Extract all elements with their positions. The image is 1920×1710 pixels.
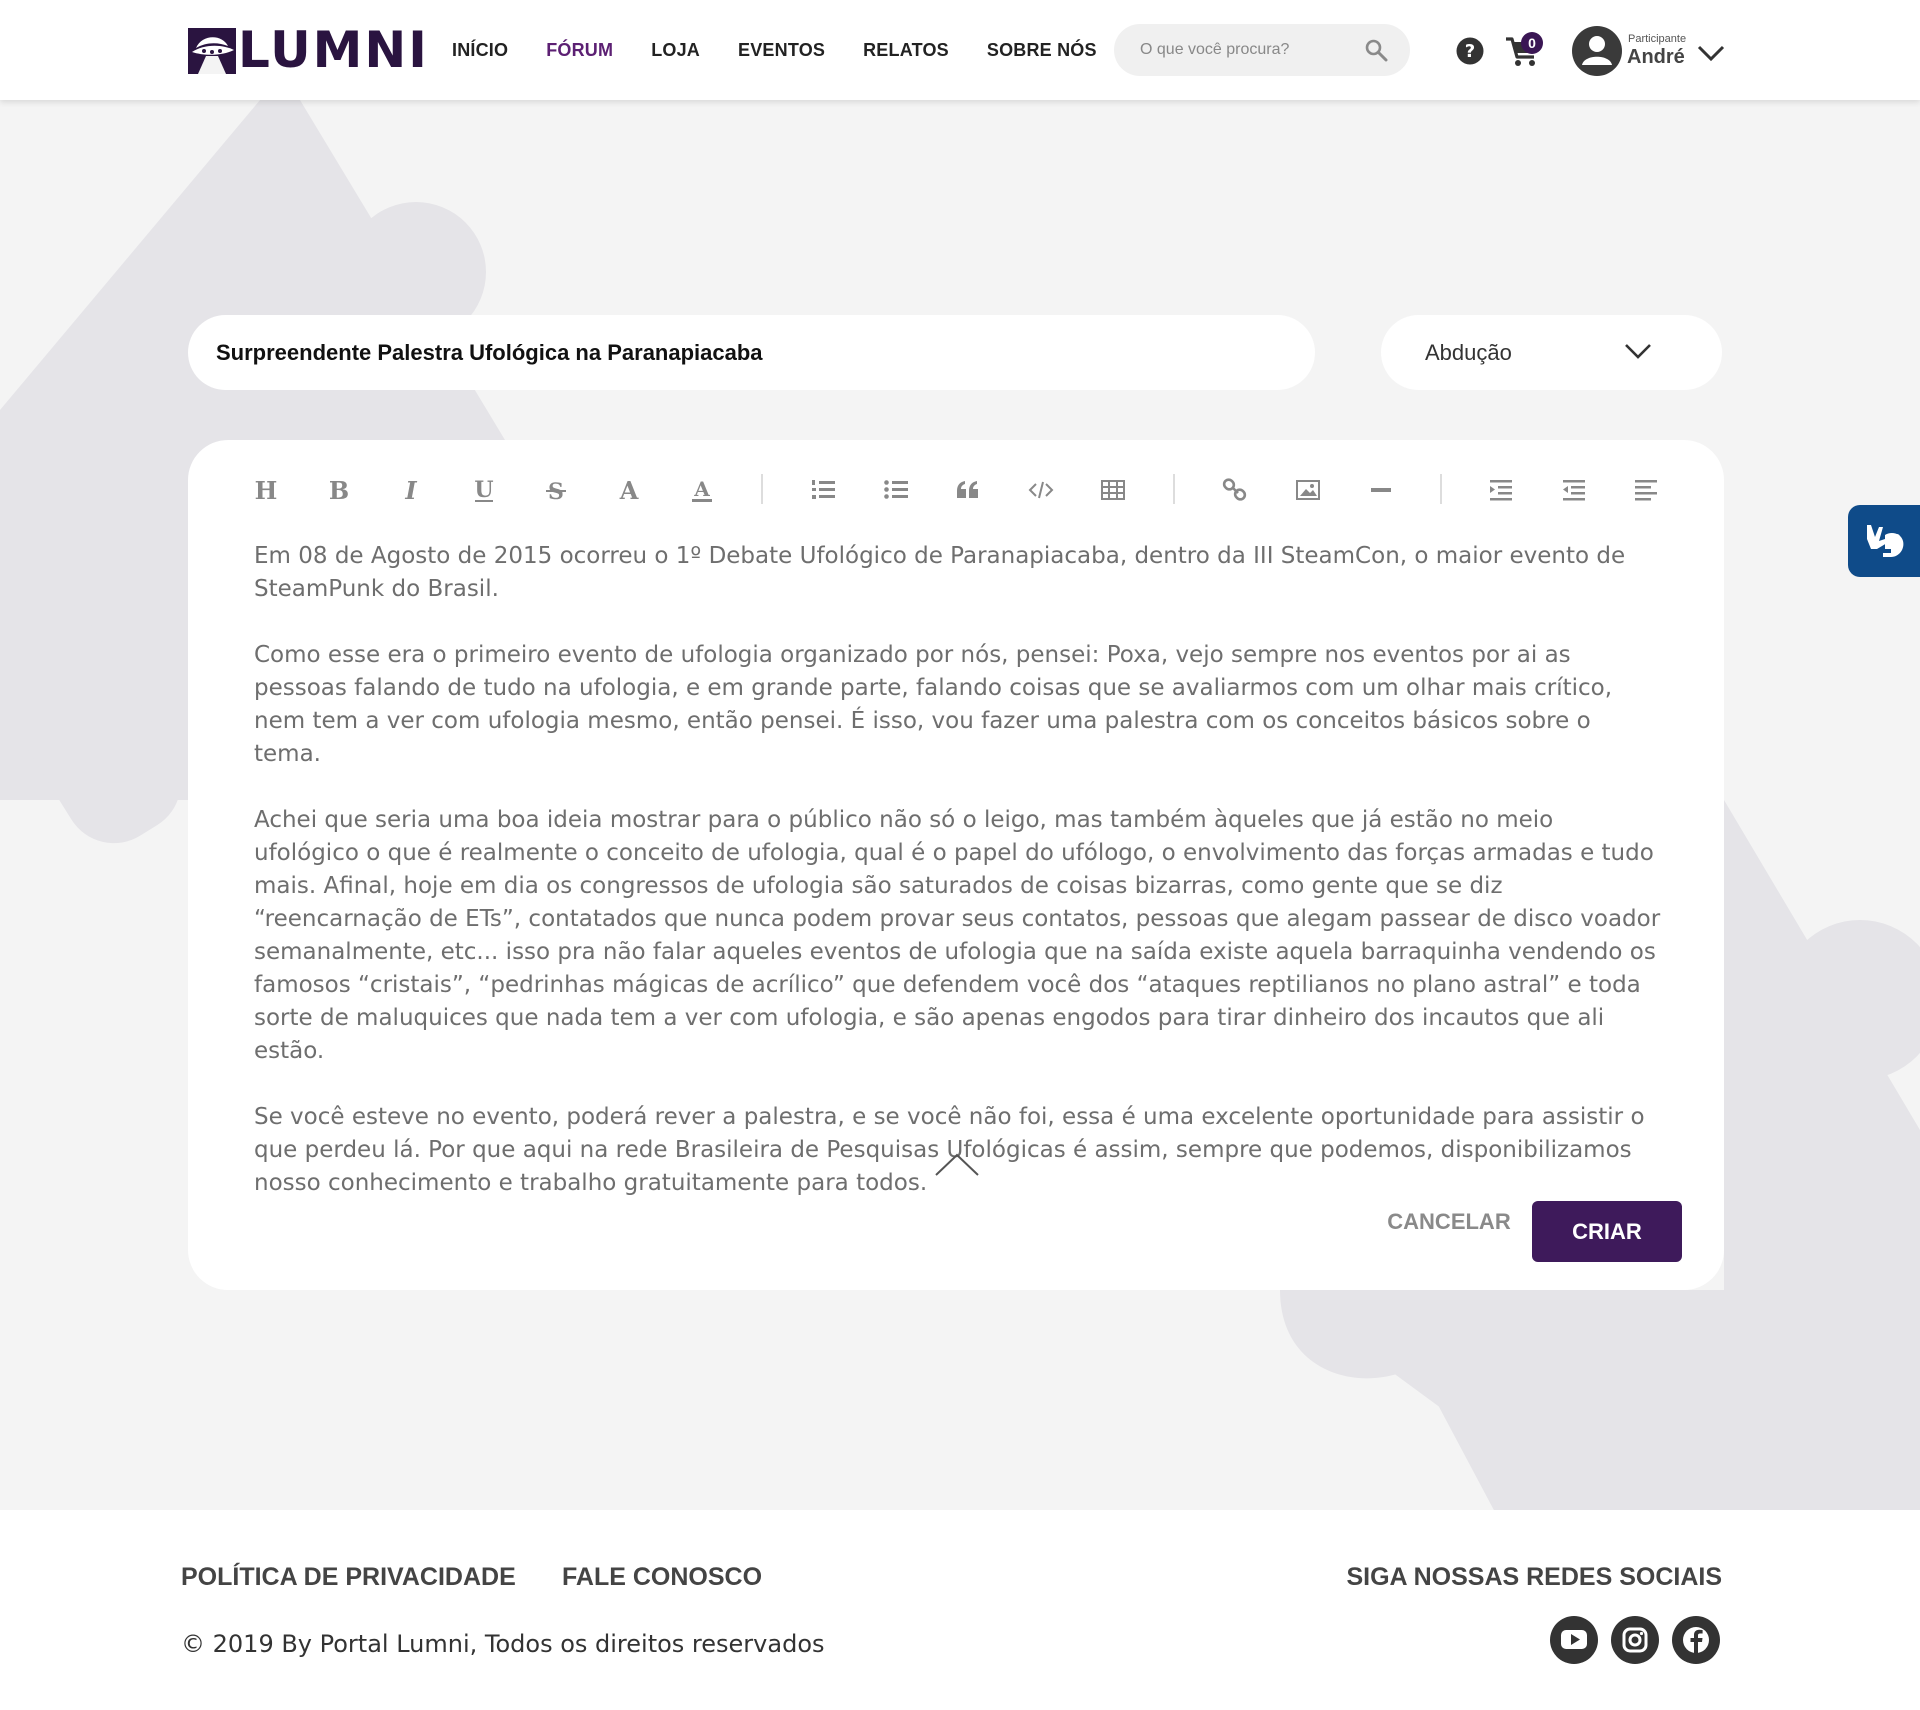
social-networks-title: SIGA NOSSAS REDES SOCIAIS <box>1346 1563 1722 1591</box>
site-footer: POLÍTICA DE PRIVACIDADE FALE CONOSCO © 2… <box>0 1510 1920 1710</box>
bold-icon[interactable]: B <box>321 472 357 508</box>
image-icon[interactable] <box>1290 472 1326 508</box>
editor-content[interactable]: Em 08 de Agosto de 2015 ocorreu o 1º Deb… <box>254 540 1664 1233</box>
cancel-button[interactable]: CANCELAR <box>1384 1202 1514 1242</box>
editor-toolbar: H B I U S A A <box>188 464 1724 512</box>
logo-ufo-icon <box>188 28 236 74</box>
svg-text:I: I <box>404 477 417 503</box>
link-icon[interactable] <box>1217 472 1253 508</box>
search-icon[interactable] <box>1364 38 1388 62</box>
copyright-text: © 2019 By Portal Lumni, Todos os direito… <box>181 1630 825 1658</box>
quote-icon[interactable] <box>950 472 986 508</box>
youtube-icon[interactable] <box>1550 1616 1598 1664</box>
site-header: LUMNI INÍCIO FÓRUM LOJA EVENTOS RELATOS … <box>0 0 1920 100</box>
toolbar-divider <box>761 474 763 504</box>
lumni-logo[interactable]: LUMNI <box>188 24 429 76</box>
chevron-up-icon[interactable] <box>934 1152 980 1178</box>
post-title-value: Surpreendente Palestra Ufológica na Para… <box>216 339 763 365</box>
svg-text:U: U <box>474 477 493 503</box>
search-box <box>1114 24 1410 76</box>
editor-paragraph: Como esse era o primeiro evento de ufolo… <box>254 642 1613 767</box>
help-icon[interactable]: ? <box>1456 37 1484 65</box>
logo-text: LUMNI <box>238 21 429 79</box>
nav-item-relatos[interactable]: RELATOS <box>863 40 949 61</box>
privacy-policy-link[interactable]: POLÍTICA DE PRIVACIDADE <box>181 1563 516 1592</box>
svg-text:H: H <box>255 477 278 503</box>
nav-item-forum[interactable]: FÓRUM <box>546 40 613 61</box>
editor-paragraph: Achei que seria uma boa ideia mostrar pa… <box>254 807 1661 1064</box>
search-input[interactable] <box>1140 41 1350 59</box>
post-title-field[interactable]: Surpreendente Palestra Ufológica na Para… <box>188 315 1315 390</box>
font-color-icon[interactable]: A <box>611 472 647 508</box>
nav-item-eventos[interactable]: EVENTOS <box>738 40 825 61</box>
chevron-down-icon <box>1625 344 1651 359</box>
table-icon[interactable] <box>1095 472 1131 508</box>
underline-icon[interactable]: U <box>466 472 502 508</box>
instagram-icon[interactable] <box>1611 1616 1659 1664</box>
category-select[interactable]: Abdução <box>1381 315 1722 390</box>
code-icon[interactable] <box>1023 472 1059 508</box>
svg-text:?: ? <box>1465 41 1475 62</box>
user-role: Participante <box>1628 33 1687 45</box>
align-left-icon[interactable] <box>1628 472 1664 508</box>
cart-count-badge: 0 <box>1521 32 1543 54</box>
sign-language-accessibility-widget[interactable] <box>1848 505 1920 577</box>
nav-item-inicio[interactable]: INÍCIO <box>452 40 508 61</box>
nav-item-sobre-nos[interactable]: SOBRE NÓS <box>987 40 1097 61</box>
post-editor: H B I U S A A Em 08 de Agosto de 2015 oc… <box>188 440 1724 1290</box>
facebook-icon[interactable] <box>1672 1616 1720 1664</box>
editor-paragraph: Em 08 de Agosto de 2015 ocorreu o 1º Deb… <box>254 543 1626 602</box>
chevron-down-icon[interactable] <box>1697 44 1725 62</box>
user-name[interactable]: André <box>1627 46 1685 69</box>
user-avatar-icon[interactable] <box>1572 26 1622 76</box>
svg-text:A: A <box>619 477 639 503</box>
horizontal-rule-icon[interactable] <box>1363 472 1399 508</box>
highlight-icon[interactable]: A <box>684 472 720 508</box>
editor-paragraph: Se você esteve no evento, poderá rever a… <box>254 1104 1645 1196</box>
main-nav: INÍCIO FÓRUM LOJA EVENTOS RELATOS SOBRE … <box>452 0 1135 100</box>
svg-text:B: B <box>329 477 349 503</box>
sign-language-hands-icon <box>1867 525 1904 557</box>
ordered-list-icon[interactable] <box>805 472 841 508</box>
svg-text:A: A <box>693 477 710 501</box>
toolbar-divider <box>1440 474 1442 504</box>
category-selected-value: Abdução <box>1425 339 1512 365</box>
nav-item-loja[interactable]: LOJA <box>651 40 700 61</box>
strikethrough-icon[interactable]: S <box>538 472 574 508</box>
contact-link[interactable]: FALE CONOSCO <box>562 1563 762 1592</box>
create-button[interactable]: CRIAR <box>1532 1201 1682 1262</box>
toolbar-divider <box>1173 474 1175 504</box>
indent-icon[interactable] <box>1483 472 1519 508</box>
outdent-icon[interactable] <box>1556 472 1592 508</box>
heading-icon[interactable]: H <box>248 472 284 508</box>
unordered-list-icon[interactable] <box>878 472 914 508</box>
italic-icon[interactable]: I <box>393 472 429 508</box>
